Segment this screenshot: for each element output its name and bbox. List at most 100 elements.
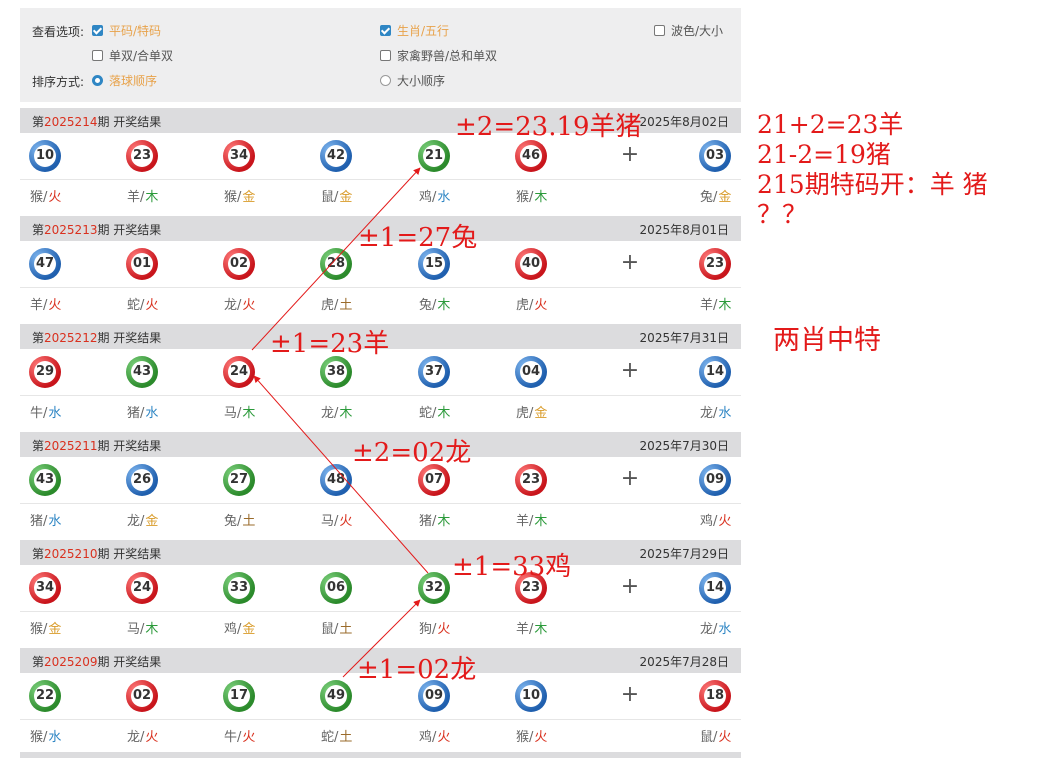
number-ball: 01 xyxy=(126,248,158,280)
checkbox-icon xyxy=(380,50,391,61)
zodiac-element-label: 猴/金 xyxy=(224,190,256,205)
note-line: ？？ xyxy=(757,200,808,229)
ball-number: 23 xyxy=(131,145,153,167)
plus-icon: + xyxy=(620,682,640,707)
number-ball: 10 xyxy=(515,680,547,712)
number-ball: 47 xyxy=(29,248,61,280)
plus-icon: + xyxy=(620,142,640,167)
options-bar: 查看选项: 排序方式: 平码/特码 生肖/五行 波色/大小 单双/合单双 家禽野… xyxy=(20,8,741,102)
draw-date: 2025年7月28日 xyxy=(639,655,729,669)
zodiac-element-label: 虎/火 xyxy=(516,298,548,313)
ball-number: 17 xyxy=(228,685,250,707)
number-ball: 48 xyxy=(320,464,352,496)
number-ball: 32 xyxy=(418,572,450,604)
zodiac-element-label: 牛/水 xyxy=(30,406,62,421)
zodiac-row: 羊/火 蛇/火 龙/火 虎/土 兔/木 虎/火 羊/木 xyxy=(20,288,741,324)
plus-icon: + xyxy=(620,466,640,491)
annotation-label: ±2=23.19羊猪 xyxy=(455,112,642,142)
checkbox-regular-special[interactable]: 平码/特码 xyxy=(92,22,161,39)
draw-title: 第2025210期 开奖结果 xyxy=(32,547,162,561)
ball-number: 06 xyxy=(325,577,347,599)
number-ball: 03 xyxy=(699,140,731,172)
zodiac-element-label: 猪/木 xyxy=(419,514,451,529)
ball-number: 02 xyxy=(228,253,250,275)
zodiac-element-label: 马/火 xyxy=(321,514,353,529)
ball-number: 22 xyxy=(34,685,56,707)
ball-number: 23 xyxy=(704,253,726,275)
zodiac-element-label: 猪/水 xyxy=(30,514,62,529)
number-ball: 28 xyxy=(320,248,352,280)
zodiac-element-label: 龙/火 xyxy=(127,730,159,745)
ball-number: 15 xyxy=(423,253,445,275)
number-ball: 22 xyxy=(29,680,61,712)
draw-title: 第2025212期 开奖结果 xyxy=(32,331,162,345)
number-ball: 43 xyxy=(29,464,61,496)
draw-date: 2025年8月02日 xyxy=(639,115,729,129)
zodiac-element-label: 蛇/土 xyxy=(321,730,353,745)
note-line: 21-2=19猪 xyxy=(757,140,891,169)
number-ball: 49 xyxy=(320,680,352,712)
zodiac-element-label: 羊/木 xyxy=(700,298,732,313)
zodiac-element-label: 猴/火 xyxy=(30,190,62,205)
zodiac-element-label: 羊/木 xyxy=(516,514,548,529)
zodiac-element-label: 狗/火 xyxy=(419,622,451,637)
plus-icon: + xyxy=(620,574,640,599)
zodiac-element-label: 鸡/火 xyxy=(700,514,732,529)
draw-title: 第2025213期 开奖结果 xyxy=(32,223,162,237)
zodiac-element-label: 虎/金 xyxy=(516,406,548,421)
number-ball: 21 xyxy=(418,140,450,172)
checkbox-odd-even[interactable]: 单双/合单双 xyxy=(92,47,173,64)
checkbox-icon xyxy=(92,25,103,36)
checkbox-domestic-wild[interactable]: 家禽野兽/总和单双 xyxy=(380,47,497,64)
ball-number: 49 xyxy=(325,685,347,707)
plus-icon: + xyxy=(620,250,640,275)
ball-number: 14 xyxy=(704,361,726,383)
ball-number: 40 xyxy=(520,253,542,275)
number-ball: 27 xyxy=(223,464,255,496)
ball-number: 42 xyxy=(325,145,347,167)
zodiac-element-label: 鼠/金 xyxy=(321,190,353,205)
ball-number: 24 xyxy=(131,577,153,599)
zodiac-element-label: 蛇/火 xyxy=(127,298,159,313)
ball-number: 47 xyxy=(34,253,56,275)
ball-number: 43 xyxy=(131,361,153,383)
radio-icon xyxy=(92,75,103,86)
number-ball: 04 xyxy=(515,356,547,388)
draw-number: 2025214 xyxy=(44,115,98,129)
radio-draw-order[interactable]: 落球顺序 xyxy=(92,72,157,89)
ball-number: 27 xyxy=(228,469,250,491)
checkbox-icon xyxy=(654,25,665,36)
number-ball: 23 xyxy=(515,464,547,496)
ball-row: 34 24 33 06 32 23 14 + xyxy=(20,565,741,612)
draw-number: 2025213 xyxy=(44,223,98,237)
checkbox-wave-size[interactable]: 波色/大小 xyxy=(654,22,723,39)
checkbox-zodiac-element[interactable]: 生肖/五行 xyxy=(380,22,449,39)
number-ball: 34 xyxy=(29,572,61,604)
draw-date: 2025年8月01日 xyxy=(639,223,729,237)
zodiac-row: 猴/水 龙/火 牛/火 蛇/土 鸡/火 猴/火 鼠/火 xyxy=(20,720,741,756)
zodiac-row: 牛/水 猪/水 马/木 龙/木 蛇/木 虎/金 龙/水 xyxy=(20,396,741,432)
draw-number: 2025210 xyxy=(44,547,98,561)
note-line: 215期特码开：羊 猪 xyxy=(757,170,988,199)
ball-number: 09 xyxy=(704,469,726,491)
zodiac-element-label: 龙/金 xyxy=(127,514,159,529)
draw-number: 2025212 xyxy=(44,331,98,345)
number-ball: 17 xyxy=(223,680,255,712)
ball-number: 10 xyxy=(34,145,56,167)
zodiac-row: 猴/火 羊/木 猴/金 鼠/金 鸡/水 猴/木 兔/金 xyxy=(20,180,741,216)
radio-size-order[interactable]: 大小顺序 xyxy=(380,72,445,89)
zodiac-element-label: 鸡/金 xyxy=(224,622,256,637)
number-ball: 26 xyxy=(126,464,158,496)
radio-icon xyxy=(380,75,391,86)
note-side: 两肖中特 xyxy=(773,325,881,356)
draw-header: 第2025210期 开奖结果 2025年7月29日 xyxy=(20,540,741,565)
ball-number: 24 xyxy=(228,361,250,383)
draw-date: 2025年7月29日 xyxy=(639,547,729,561)
zodiac-element-label: 鼠/土 xyxy=(321,622,353,637)
number-ball: 40 xyxy=(515,248,547,280)
zodiac-element-label: 猴/木 xyxy=(516,190,548,205)
ball-number: 34 xyxy=(34,577,56,599)
number-ball: 46 xyxy=(515,140,547,172)
number-ball: 38 xyxy=(320,356,352,388)
draw-title: 第2025211期 开奖结果 xyxy=(32,439,162,453)
